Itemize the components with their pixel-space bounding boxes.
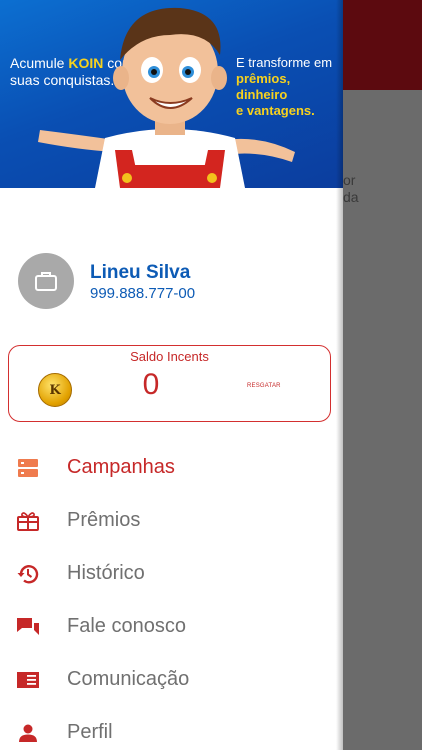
chat-icon xyxy=(17,618,39,635)
menu-item-label: Campanhas xyxy=(67,456,175,478)
mascot-illustration xyxy=(38,7,295,188)
menu-item-fale-conosco[interactable]: Fale conosco xyxy=(0,601,343,654)
menu-item-historico[interactable]: Histórico xyxy=(0,548,343,601)
gift-icon xyxy=(17,512,39,531)
user-name: Lineu Silva xyxy=(90,262,191,283)
menu-item-label: Fale conosco xyxy=(67,615,186,637)
drawer-shadow xyxy=(336,0,343,750)
newspaper-icon xyxy=(17,672,39,688)
balance-card: Saldo Incents K 0 RESGATAR xyxy=(8,345,331,422)
navigation-drawer: Acumule KOIN com suas conquistas. E tran… xyxy=(0,0,343,750)
background-text-line: or xyxy=(343,172,356,188)
avatar[interactable] xyxy=(18,253,74,309)
background-text-line: da xyxy=(343,189,359,205)
background-partial-text: or da xyxy=(343,172,359,206)
coin-letter: K xyxy=(49,382,61,398)
menu-item-label: Comunicação xyxy=(67,668,190,690)
koin-coin-icon: K xyxy=(38,373,72,407)
promo-banner: Acumule KOIN com suas conquistas. E tran… xyxy=(0,0,343,188)
history-icon xyxy=(17,565,39,584)
balance-title: Saldo Incents xyxy=(130,349,209,364)
user-document: 999.888.777-00 xyxy=(90,285,196,302)
person-icon xyxy=(19,724,37,742)
redeem-button[interactable]: RESGATAR xyxy=(247,383,281,389)
menu-item-comunicacao[interactable]: Comunicação xyxy=(0,654,343,707)
balance-value: 0 xyxy=(142,368,160,401)
briefcase-icon xyxy=(35,272,57,291)
menu-item-label: Histórico xyxy=(67,562,145,584)
menu-item-label: Prêmios xyxy=(67,509,141,531)
menu-item-premios[interactable]: Prêmios xyxy=(0,495,343,548)
menu-item-perfil[interactable]: Perfil xyxy=(0,707,343,750)
campaigns-icon xyxy=(18,459,38,477)
menu-item-campanhas[interactable]: Campanhas xyxy=(0,442,343,495)
menu-item-label: Perfil xyxy=(67,721,113,743)
